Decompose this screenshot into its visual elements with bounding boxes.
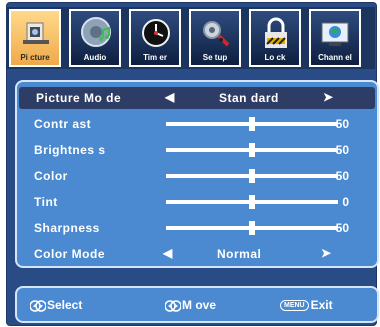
tint-label: Tint	[34, 195, 58, 209]
slider-thumb[interactable]	[249, 143, 255, 157]
brightness-row[interactable]: Brightnes s 50	[17, 139, 377, 161]
left-arrow-icon[interactable]: ◀	[165, 90, 174, 104]
contrast-slider[interactable]	[166, 117, 338, 131]
setup-icon	[203, 21, 230, 47]
brightness-label: Brightnes s	[34, 143, 106, 157]
exit-label: Exit	[310, 298, 333, 312]
tint-row[interactable]: Tint 0	[17, 191, 377, 213]
brightness-value: 50	[335, 143, 349, 157]
tab-label: Se tup	[202, 53, 228, 62]
tab-bar: Pi cture Audio Tim er Se tup Lo ck Chann…	[7, 7, 375, 69]
tab-label: Chann el	[318, 53, 352, 62]
right-arrow-icon[interactable]: ➤	[323, 90, 333, 104]
tint-value: 0	[342, 195, 349, 209]
settings-panel: Picture Mo de ◀ Stan dard ➤ Contr ast 50…	[15, 80, 379, 268]
select-hint: Select	[30, 298, 82, 312]
tab-label: Pi cture	[20, 53, 50, 62]
sharpness-row[interactable]: Sharpness 50	[17, 217, 377, 239]
picture-mode-row[interactable]: Picture Mo de ◀ Stan dard ➤	[19, 87, 375, 109]
right-arrow-icon[interactable]: ➤	[321, 246, 331, 260]
picture-icon	[23, 22, 49, 44]
color-mode-label: Color Mode	[34, 247, 105, 261]
picture-mode-label: Picture Mo de	[36, 91, 122, 105]
color-mode-value: Normal	[217, 247, 262, 261]
color-slider[interactable]	[166, 169, 338, 183]
contrast-value: 50	[335, 117, 349, 131]
slider-thumb[interactable]	[249, 195, 255, 209]
tab-label: Tim er	[143, 53, 167, 62]
contrast-row[interactable]: Contr ast 50	[17, 113, 377, 135]
tab-audio[interactable]: Audio	[69, 9, 121, 67]
up-down-arrows-icon	[30, 300, 46, 312]
footer-hints: Select M ove MENU Exit	[15, 286, 379, 323]
left-right-arrows-icon	[165, 300, 181, 312]
move-label: M ove	[182, 298, 217, 312]
tab-setup[interactable]: Se tup	[189, 9, 241, 67]
left-arrow-icon[interactable]: ◀	[163, 246, 172, 260]
slider-thumb[interactable]	[249, 117, 255, 131]
select-label: Select	[47, 298, 83, 312]
menu-button-icon: MENU	[280, 300, 309, 312]
slider-thumb[interactable]	[249, 221, 255, 235]
slider-thumb[interactable]	[249, 169, 255, 183]
tab-channel[interactable]: Chann el	[309, 9, 361, 67]
picture-mode-value: Stan dard	[219, 91, 279, 105]
color-row[interactable]: Color 50	[17, 165, 377, 187]
timer-icon	[142, 19, 170, 47]
tab-timer[interactable]: Tim er	[129, 9, 181, 67]
tab-picture[interactable]: Pi cture	[9, 9, 61, 67]
lock-icon	[265, 17, 287, 48]
color-mode-row[interactable]: Color Mode ◀ Normal ➤	[17, 243, 377, 265]
channel-icon	[321, 22, 349, 46]
audio-icon	[81, 17, 111, 47]
color-label: Color	[34, 169, 68, 183]
exit-hint: MENU Exit	[280, 298, 333, 312]
tab-label: Audio	[83, 53, 107, 62]
brightness-slider[interactable]	[166, 143, 338, 157]
tab-label: Lo ck	[264, 53, 286, 62]
move-hint: M ove	[165, 298, 216, 312]
contrast-label: Contr ast	[34, 117, 92, 131]
sharpness-value: 50	[335, 221, 349, 235]
sharpness-slider[interactable]	[166, 221, 338, 235]
color-value: 50	[335, 169, 349, 183]
tab-lock[interactable]: Lo ck	[249, 9, 301, 67]
sharpness-label: Sharpness	[34, 221, 100, 235]
tint-slider[interactable]	[166, 195, 338, 209]
